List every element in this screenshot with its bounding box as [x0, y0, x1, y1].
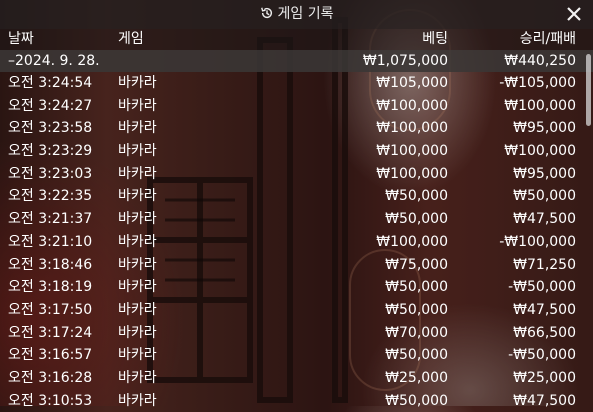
row-game: 바카라	[118, 301, 157, 318]
row-bet: ₩50,000	[385, 301, 448, 318]
column-header-row: 날짜 게임 베팅 승리/패배	[0, 29, 593, 50]
table-row[interactable]: 오전 3:23:29 바카라 ₩100,000 ₩100,000	[0, 140, 593, 163]
close-icon[interactable]	[565, 5, 583, 23]
row-time: 오전 3:23:29	[8, 143, 93, 160]
row-winloss: ₩95,000	[513, 165, 576, 182]
row-game: 바카라	[118, 392, 157, 409]
row-game: 바카라	[118, 211, 157, 228]
row-bet: ₩75,000	[385, 256, 448, 273]
row-winloss: -₩50,000	[508, 347, 576, 364]
row-winloss: ₩47,500	[513, 301, 576, 318]
column-header-bet[interactable]: 베팅	[422, 29, 448, 50]
history-icon	[260, 7, 272, 19]
history-list: 오전 3:24:54 바카라 ₩105,000 -₩105,000 오전 3:24:27…	[0, 72, 593, 412]
row-winloss: -₩100,000	[499, 233, 576, 250]
column-header-game[interactable]: 게임	[118, 29, 144, 50]
row-winloss: ₩25,000	[513, 369, 576, 386]
row-time: 오전 3:18:46	[8, 256, 93, 273]
row-time: 오전 3:18:19	[8, 279, 93, 296]
row-bet: ₩50,000	[385, 347, 448, 364]
window-title: 게임 기록	[0, 5, 593, 23]
row-winloss: -₩50,000	[508, 279, 576, 296]
row-game: 바카라	[118, 233, 157, 250]
row-bet: ₩105,000	[376, 75, 448, 91]
row-game: 바카라	[118, 256, 157, 273]
row-winloss: -₩105,000	[499, 75, 576, 91]
row-time: 오전 3:24:27	[8, 97, 93, 114]
row-winloss: ₩100,000	[504, 97, 576, 114]
row-time: 오전 3:21:37	[8, 211, 93, 228]
row-time: 오전 3:21:10	[8, 233, 93, 250]
row-bet: ₩100,000	[376, 165, 448, 182]
date-group-winloss-total: ₩440,250	[504, 53, 576, 69]
row-bet: ₩100,000	[376, 120, 448, 137]
row-winloss: ₩100,000	[504, 143, 576, 160]
row-game: 바카라	[118, 120, 157, 137]
row-bet: ₩70,000	[385, 324, 448, 341]
row-time: 오전 3:16:28	[8, 369, 93, 386]
row-winloss: ₩66,500	[513, 324, 576, 341]
table-row[interactable]: 오전 3:17:24 바카라 ₩70,000 ₩66,500	[0, 322, 593, 345]
row-time: 오전 3:23:03	[8, 165, 93, 182]
row-time: 오전 3:17:24	[8, 324, 93, 341]
row-winloss: ₩47,500	[513, 392, 576, 409]
row-game: 바카라	[118, 143, 157, 160]
row-time: 오전 3:22:35	[8, 188, 93, 205]
table-row[interactable]: 오전 3:18:46 바카라 ₩75,000 ₩71,250	[0, 254, 593, 277]
row-winloss: ₩71,250	[513, 256, 576, 273]
row-bet: ₩100,000	[376, 233, 448, 250]
date-group-bet-total: ₩1,075,000	[362, 53, 448, 69]
date-group-date: –2024. 9. 28.	[8, 53, 100, 69]
row-winloss: ₩95,000	[513, 120, 576, 137]
row-bet: ₩100,000	[376, 143, 448, 160]
row-game: 바카라	[118, 324, 157, 341]
window-header: 게임 기록	[0, 0, 593, 29]
row-time: 오전 3:16:57	[8, 347, 93, 364]
row-game: 바카라	[118, 279, 157, 296]
table-row[interactable]: 오전 3:21:10 바카라 ₩100,000 -₩100,000	[0, 231, 593, 254]
table-row[interactable]: 오전 3:16:28 바카라 ₩25,000 ₩25,000	[0, 367, 593, 390]
row-game: 바카라	[118, 188, 157, 205]
row-bet: ₩25,000	[385, 369, 448, 386]
row-bet: ₩100,000	[376, 97, 448, 114]
table-row[interactable]: 오전 3:10:53 바카라 ₩50,000 ₩47,500	[0, 390, 593, 412]
table-row[interactable]: 오전 3:17:50 바카라 ₩50,000 ₩47,500	[0, 299, 593, 322]
scrollbar-thumb[interactable]	[586, 54, 591, 126]
table-row[interactable]: 오전 3:23:03 바카라 ₩100,000 ₩95,000	[0, 163, 593, 186]
row-bet: ₩50,000	[385, 188, 448, 205]
row-time: 오전 3:23:58	[8, 120, 93, 137]
table-row[interactable]: 오전 3:23:58 바카라 ₩100,000 ₩95,000	[0, 117, 593, 140]
table-row[interactable]: 오전 3:21:37 바카라 ₩50,000 ₩47,500	[0, 208, 593, 231]
table-row[interactable]: 오전 3:18:19 바카라 ₩50,000 -₩50,000	[0, 276, 593, 299]
row-time: 오전 3:17:50	[8, 301, 93, 318]
row-game: 바카라	[118, 75, 157, 91]
table-row[interactable]: 오전 3:24:54 바카라 ₩105,000 -₩105,000	[0, 72, 593, 95]
column-header-date[interactable]: 날짜	[8, 29, 34, 50]
row-bet: ₩50,000	[385, 211, 448, 228]
row-bet: ₩50,000	[385, 279, 448, 296]
table-row[interactable]: 오전 3:24:27 바카라 ₩100,000 ₩100,000	[0, 95, 593, 118]
date-group-row[interactable]: –2024. 9. 28. ₩1,075,000 ₩440,250	[0, 50, 593, 72]
row-game: 바카라	[118, 165, 157, 182]
column-header-winloss[interactable]: 승리/패배	[520, 29, 576, 50]
row-game: 바카라	[118, 347, 157, 364]
row-game: 바카라	[118, 369, 157, 386]
row-winloss: ₩47,500	[513, 211, 576, 228]
table-row[interactable]: 오전 3:16:57 바카라 ₩50,000 -₩50,000	[0, 344, 593, 367]
row-time: 오전 3:10:53	[8, 392, 93, 409]
table-row[interactable]: 오전 3:22:35 바카라 ₩50,000 ₩50,000	[0, 185, 593, 208]
row-time: 오전 3:24:54	[8, 75, 93, 91]
row-bet: ₩50,000	[385, 392, 448, 409]
window-title-text: 게임 기록	[277, 6, 334, 22]
row-winloss: ₩50,000	[513, 188, 576, 205]
row-game: 바카라	[118, 97, 157, 114]
